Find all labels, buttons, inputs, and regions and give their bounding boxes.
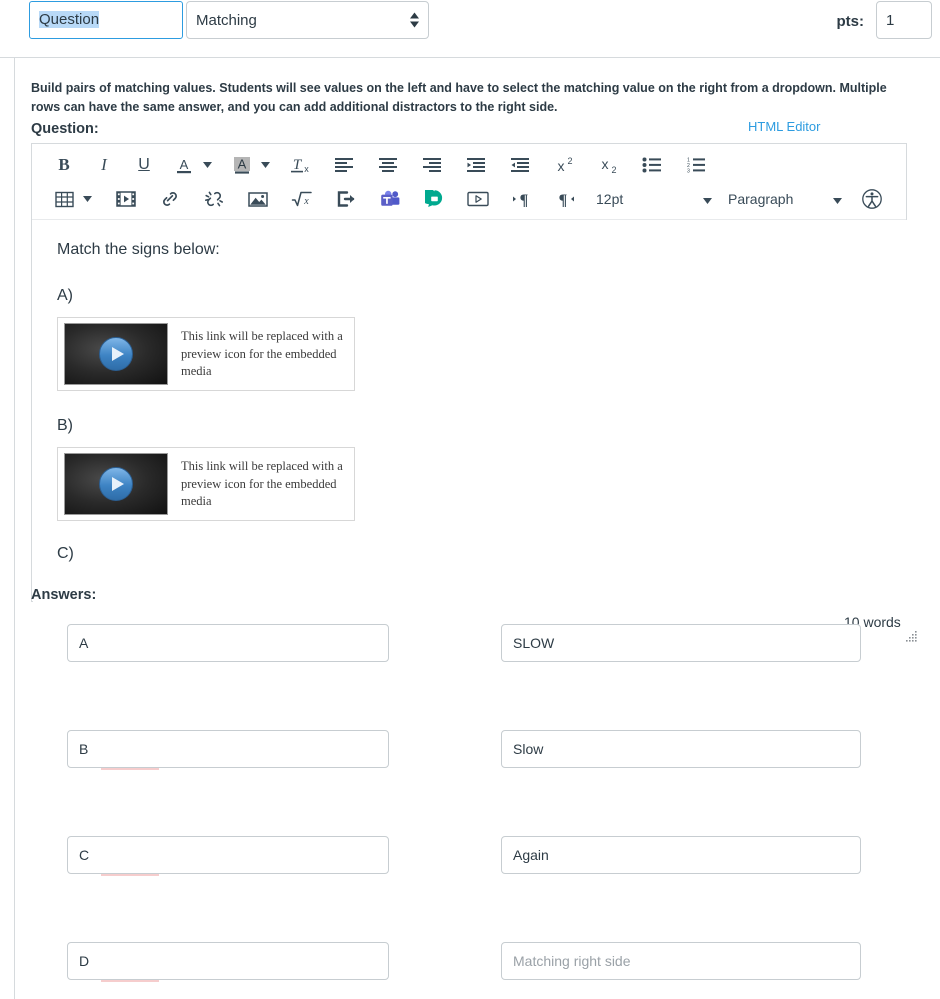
question-name-value: Question [39, 11, 99, 28]
background-color-icon[interactable]: A [228, 151, 256, 179]
svg-text:x: x [304, 164, 309, 174]
svg-text:A: A [180, 157, 189, 172]
outdent-icon[interactable] [462, 151, 490, 179]
text-color-icon[interactable]: A [170, 151, 198, 179]
font-size-chevron-down-icon [703, 191, 712, 207]
svg-text:¶: ¶ [559, 192, 568, 208]
bulleted-list-icon[interactable] [638, 151, 666, 179]
media-placeholder-text-b: This link will be replaced with a previe… [181, 458, 348, 510]
answer-left-input-b[interactable]: B [67, 730, 389, 768]
quiz-question-editor: Question Matching pts: 1 Build pairs of … [0, 0, 940, 999]
indent-icon[interactable] [506, 151, 534, 179]
svg-text:A: A [238, 156, 247, 171]
question-type-select[interactable]: Matching [186, 1, 429, 39]
align-right-icon[interactable] [418, 151, 446, 179]
answer-left-input-d[interactable]: D [67, 942, 389, 980]
external-tool-icon[interactable] [332, 185, 360, 213]
subscript-icon[interactable]: x 2 [594, 151, 622, 179]
image-icon[interactable] [244, 185, 272, 213]
align-center-icon[interactable] [374, 151, 402, 179]
underline-icon[interactable]: U [130, 151, 158, 179]
chat-bubble-icon[interactable] [420, 185, 448, 213]
editor-heading: Match the signs below: [57, 238, 883, 261]
answer-left-input-a[interactable]: A [67, 624, 389, 662]
media-placeholder-b[interactable]: This link will be replaced with a previe… [57, 447, 355, 521]
answer-right-input-d[interactable]: Matching right side [501, 942, 861, 980]
help-text: Build pairs of matching values. Students… [31, 79, 907, 118]
background-color-chevron-down-icon[interactable] [256, 151, 274, 179]
unlink-icon[interactable] [200, 185, 228, 213]
numbered-list-icon[interactable]: 1 2 3 [682, 151, 710, 179]
question-type-value: Matching [196, 12, 257, 29]
question-section-label: Question: [31, 121, 99, 137]
answer-left-value-c: C [79, 847, 89, 863]
points-input[interactable]: 1 [876, 1, 932, 39]
media-thumbnail-icon [64, 323, 168, 385]
clear-formatting-icon[interactable]: T x [286, 151, 314, 179]
answer-left-value-b: B [79, 741, 88, 757]
editor-item-letter-b: B) [57, 417, 883, 435]
microsoft-teams-icon[interactable] [376, 185, 404, 213]
media-placeholder-a[interactable]: This link will be replaced with a previe… [57, 317, 355, 391]
text-color-chevron-down-icon[interactable] [198, 151, 216, 179]
media-icon[interactable] [112, 185, 140, 213]
accessibility-checker-icon[interactable] [858, 185, 886, 213]
font-size-select[interactable]: 12pt [596, 185, 716, 213]
answer-left-value-a: A [79, 635, 88, 651]
editor-toolbar-row-1: B I U A [32, 148, 906, 182]
math-equation-icon[interactable]: x [288, 185, 316, 213]
answer-right-placeholder-d: Matching right side [513, 953, 631, 969]
link-icon[interactable] [156, 185, 184, 213]
question-name-input[interactable]: Question [29, 1, 183, 39]
svg-text:2: 2 [611, 165, 616, 174]
answer-right-value-b: Slow [513, 741, 543, 757]
answer-left-input-c[interactable]: C [67, 836, 389, 874]
ltr-direction-icon[interactable]: ¶ [508, 185, 536, 213]
play-button-icon [99, 467, 133, 501]
answer-right-value-a: SLOW [513, 635, 554, 651]
svg-text:x: x [558, 158, 565, 174]
align-left-icon[interactable] [330, 151, 358, 179]
video-icon[interactable] [464, 185, 492, 213]
editor-item-letter-a: A) [57, 287, 883, 305]
points-value: 1 [886, 12, 894, 29]
paragraph-format-value: Paragraph [728, 191, 793, 207]
rich-content-editor: B I U A [31, 143, 907, 602]
table-icon[interactable] [50, 185, 78, 213]
answer-left-value-d: D [79, 953, 89, 969]
paragraph-format-select[interactable]: Paragraph [728, 185, 846, 213]
editor-toolbar-row-2: x [32, 182, 906, 216]
svg-text:x: x [303, 196, 309, 207]
svg-text:x: x [602, 156, 609, 172]
answer-right-value-c: Again [513, 847, 549, 863]
svg-text:2: 2 [567, 156, 572, 166]
svg-text:3: 3 [687, 168, 690, 173]
table-chevron-down-icon[interactable] [78, 185, 96, 213]
svg-text:¶: ¶ [520, 192, 529, 208]
answers-label: Answers: [31, 587, 96, 603]
chevron-updown-icon [410, 13, 419, 28]
question-body-panel: Build pairs of matching values. Students… [14, 58, 940, 999]
rtl-direction-icon[interactable]: ¶ [552, 185, 580, 213]
media-thumbnail-icon [64, 453, 168, 515]
play-button-icon [99, 337, 133, 371]
answer-right-input-c[interactable]: Again [501, 836, 861, 874]
editor-resize-handle[interactable] [906, 629, 918, 641]
editor-item-letter-c: C) [57, 545, 883, 563]
answer-right-input-b[interactable]: Slow [501, 730, 861, 768]
question-header-row: Question Matching pts: 1 [0, 0, 940, 58]
paragraph-chevron-down-icon [833, 191, 842, 207]
italic-icon[interactable]: I [90, 151, 118, 179]
font-size-value: 12pt [596, 191, 623, 207]
bold-icon[interactable]: B [50, 151, 78, 179]
superscript-icon[interactable]: x 2 [550, 151, 578, 179]
svg-text:T: T [293, 157, 303, 173]
editor-content-area[interactable]: Match the signs below: A) This link will… [33, 220, 907, 602]
answer-right-input-a[interactable]: SLOW [501, 624, 861, 662]
html-editor-link[interactable]: HTML Editor [748, 119, 820, 134]
points-label: pts: [837, 13, 865, 30]
media-placeholder-text-a: This link will be replaced with a previe… [181, 328, 348, 380]
